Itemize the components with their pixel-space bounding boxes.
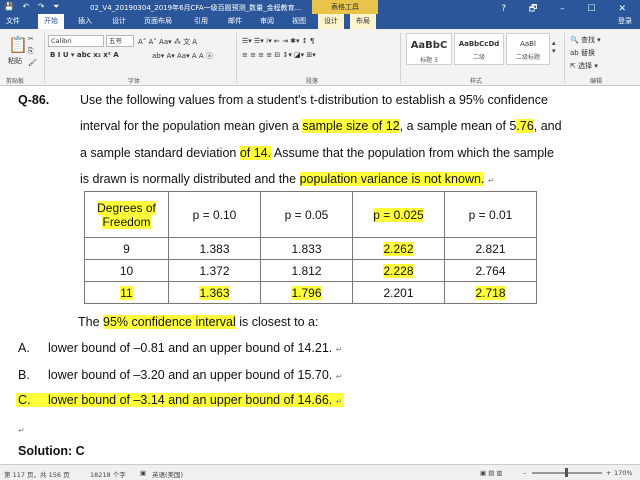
- df-cell: 10: [84, 259, 169, 282]
- font-size-select[interactable]: 五号: [106, 35, 134, 47]
- value-cell: 1.812: [260, 259, 353, 282]
- value-cell: 1.363: [168, 281, 261, 304]
- solution-label: Solution: C: [18, 444, 85, 458]
- highlight-std-dev: of 14.: [239, 146, 272, 160]
- header-col: p = 0.025: [352, 191, 445, 238]
- header-col: p = 0.05: [260, 191, 353, 238]
- title-bar: 💾 ↶ ↷ ⏷ 02_V4_20190304_2019年6月CFA一级百题预测_…: [0, 0, 640, 14]
- highlight-confidence-interval: 95% confidence interval: [103, 315, 236, 329]
- question-line-4: is drawn is normally distributed and the…: [80, 172, 495, 186]
- table-tools-context-label: 表格工具: [312, 0, 378, 14]
- option-a: A. lower bound of –0.81 and an upper boun…: [18, 341, 343, 355]
- tab-file[interactable]: 文件: [0, 14, 26, 29]
- paste-label[interactable]: 粘贴: [8, 56, 22, 66]
- tab-review[interactable]: 审阅: [254, 14, 280, 29]
- style-heading3[interactable]: AaBbC 标题 3: [406, 33, 452, 65]
- tab-table-layout[interactable]: 布局: [350, 14, 376, 29]
- styles-group-label: 样式: [470, 78, 483, 85]
- quick-access-toolbar[interactable]: 💾 ↶ ↷ ⏷: [4, 2, 62, 12]
- document-title: 02_V4_20190304_2019年6月CFA一级百题预测_数量_金程教育.…: [90, 4, 302, 12]
- select-button[interactable]: ⇱ 选择 ▾: [570, 61, 598, 71]
- ribbon-tabs: 文件 开始 插入 设计 页面布局 引用 邮件 审阅 视图 设计 布局 登录: [0, 14, 640, 29]
- font-format-row2[interactable]: B I U ▾ abc x₂ x² A: [50, 51, 119, 59]
- value-cell: 2.262: [352, 237, 445, 260]
- font-tools-row1[interactable]: A˄ A˅ Aa▾ ⁂ 文 A: [138, 37, 197, 47]
- closest-prompt: The 95% confidence interval is closest t…: [78, 315, 319, 329]
- header-col: p = 0.01: [444, 191, 537, 238]
- cut-icon[interactable]: ✂: [28, 35, 34, 43]
- tab-home[interactable]: 开始: [38, 14, 64, 29]
- word-count[interactable]: 18218 个字: [90, 469, 126, 479]
- zoom-level[interactable]: 170%: [614, 469, 633, 477]
- question-line-3: a sample standard deviation of 14. Assum…: [80, 146, 554, 160]
- paragraph-tools-row2[interactable]: ≡ ≡ ≡ ≡ ⊟ ↕▾ ◪▾ ⊞▾: [242, 51, 316, 59]
- tab-references[interactable]: 引用: [188, 14, 214, 29]
- table-header-row: Degrees of Freedom p = 0.10 p = 0.05 p = …: [84, 191, 537, 238]
- df-cell: 11: [84, 281, 169, 304]
- zoom-in-button[interactable]: +: [606, 469, 611, 477]
- value-cell: 2.764: [444, 259, 537, 282]
- replace-button[interactable]: ab 替换: [570, 48, 595, 58]
- status-bar: 第 117 页，共 156 页 18218 个字 ▣ 英语(美国) ▣ ▤ ▥ …: [0, 464, 640, 480]
- language-indicator[interactable]: 英语(美国): [152, 469, 183, 479]
- t-distribution-table: Degrees of Freedom p = 0.10 p = 0.05 p = …: [84, 191, 537, 304]
- view-mode-icons[interactable]: ▣ ▤ ▥: [480, 469, 503, 477]
- zoom-out-button[interactable]: –: [523, 469, 526, 477]
- paragraph-tools-row1[interactable]: ☰▾ ☰▾ ⁞▾ ⇤ ⇥ ✱▾ ↕ ¶: [242, 37, 314, 45]
- format-painter-icon[interactable]: 🖌: [28, 59, 37, 67]
- proofing-icon[interactable]: ▣: [140, 469, 146, 477]
- value-cell: 1.796: [260, 281, 353, 304]
- tab-page-layout[interactable]: 页面布局: [138, 14, 178, 29]
- document-area[interactable]: Q-86. Use the following values from a st…: [0, 86, 640, 464]
- page-count[interactable]: 第 117 页，共 156 页: [4, 469, 70, 479]
- editing-group-label: 编辑: [590, 78, 603, 85]
- table-row: 10 1.372 1.812 2.228 2.764: [84, 259, 537, 282]
- header-degrees-of-freedom: Degrees of Freedom: [84, 191, 169, 238]
- table-row: 11 1.363 1.796 2.201 2.718: [84, 281, 537, 304]
- header-col: p = 0.10: [168, 191, 261, 238]
- paste-icon[interactable]: 📋: [8, 35, 28, 54]
- login-link[interactable]: 登录: [618, 14, 632, 29]
- ribbon: 📋 粘贴 ✂ ⎘ 🖌 剪贴板 Calibri 五号 A˄ A˅ Aa▾ ⁂ 文 …: [0, 29, 640, 86]
- font-group-label: 字体: [128, 78, 141, 85]
- tab-design[interactable]: 设计: [106, 14, 132, 29]
- tab-insert[interactable]: 插入: [72, 14, 98, 29]
- value-cell: 2.201: [352, 281, 445, 304]
- find-button[interactable]: 🔍 查找 ▾: [570, 35, 601, 45]
- copy-icon[interactable]: ⎘: [28, 47, 34, 56]
- value-cell: 1.833: [260, 237, 353, 260]
- value-cell: 2.718: [444, 281, 537, 304]
- tab-table-design[interactable]: 设计: [318, 14, 344, 29]
- option-c: C. lower bound of –3.14 and an upper boun…: [16, 393, 345, 407]
- paragraph-group-label: 段落: [306, 78, 319, 85]
- font-name-select[interactable]: Calibri: [48, 35, 104, 47]
- option-b: B. lower bound of –3.20 and an upper boun…: [18, 368, 343, 382]
- value-cell: 2.228: [352, 259, 445, 282]
- tab-view[interactable]: 视图: [286, 14, 312, 29]
- style-level2[interactable]: AaBbCcDd 二级: [454, 33, 504, 65]
- clipboard-group-label: 剪贴板: [6, 78, 25, 85]
- styles-scroll-icon[interactable]: ▴ ▾: [552, 39, 556, 55]
- highlight-variance-unknown: population variance is not known.: [299, 172, 485, 186]
- df-cell: 9: [84, 237, 169, 260]
- zoom-slider-thumb[interactable]: [565, 468, 568, 477]
- highlight-sample-mean: .76: [516, 119, 534, 133]
- value-cell: 1.383: [168, 237, 261, 260]
- question-line-2: interval for the population mean given a…: [80, 119, 562, 133]
- highlight-sample-size: sample size of 12: [302, 119, 400, 133]
- question-number: Q-86.: [18, 93, 50, 107]
- table-row: 9 1.383 1.833 2.262 2.821: [84, 237, 537, 260]
- style-level2-heading[interactable]: AaBl 二级标题: [506, 33, 550, 65]
- value-cell: 2.821: [444, 237, 537, 260]
- tab-mailings[interactable]: 邮件: [222, 14, 248, 29]
- value-cell: 1.372: [168, 259, 261, 282]
- question-line-1: Use the following values from a student'…: [80, 93, 548, 107]
- blank-paragraph: ↵: [18, 426, 25, 435]
- font-color-row3[interactable]: ab▾ A▾ Aa▾ A A ⓐ: [152, 51, 213, 61]
